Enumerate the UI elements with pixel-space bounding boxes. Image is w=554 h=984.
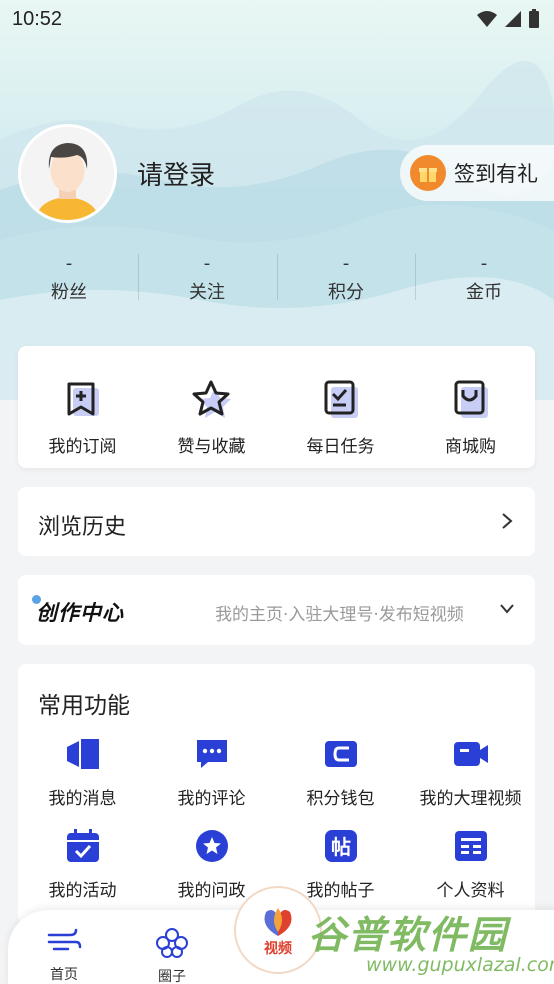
- tab-home[interactable]: 首页: [24, 926, 104, 984]
- profile-stats: - 粉丝 - 关注 - 积分 - 金币: [0, 254, 554, 314]
- status-time: 10:52: [12, 7, 63, 30]
- quick-label: 每日任务: [306, 437, 375, 457]
- fn-label: 我的大理视频: [419, 789, 522, 809]
- stat-label: 金币: [466, 282, 502, 303]
- creator-logo-text: 创作中心: [36, 601, 124, 625]
- fn-profile[interactable]: 个人资料: [406, 828, 535, 901]
- stat-label: 关注: [189, 282, 225, 303]
- stat-label: 积分: [328, 282, 364, 303]
- stat-points[interactable]: - 积分: [277, 254, 415, 304]
- history-title: 浏览历史: [38, 515, 127, 540]
- fn-label: 我的消息: [48, 789, 117, 809]
- chevron-right-icon: [502, 513, 513, 529]
- wind-icon: [47, 928, 82, 951]
- status-bar: 10:52: [0, 0, 554, 38]
- shop-icon: [406, 378, 535, 420]
- fn-posts[interactable]: 帖 我的帖子: [276, 828, 405, 901]
- history-row[interactable]: 浏览历史: [18, 487, 535, 556]
- flower-icon: [156, 928, 188, 958]
- quick-tasks[interactable]: 每日任务: [276, 378, 405, 457]
- checkin-label: 签到有礼: [454, 162, 538, 186]
- stat-value: -: [65, 253, 73, 274]
- quick-label: 商城购: [445, 437, 496, 457]
- video-icon: [406, 736, 535, 772]
- login-prompt[interactable]: 请登录: [137, 155, 215, 192]
- quick-label: 我的订阅: [48, 437, 117, 457]
- avatar[interactable]: [18, 124, 117, 223]
- tab-label: 圈子: [158, 969, 186, 984]
- stat-value: -: [203, 253, 211, 274]
- fn-label: 我的评论: [177, 789, 246, 809]
- fn-comments[interactable]: 我的评论: [147, 736, 276, 809]
- wallet-icon: [276, 736, 405, 772]
- svg-text:帖: 帖: [331, 835, 351, 859]
- fn-wallet[interactable]: 积分钱包: [276, 736, 405, 809]
- stat-fans[interactable]: - 粉丝: [0, 254, 138, 304]
- task-icon: [276, 378, 405, 420]
- tab-label: 首页: [50, 967, 78, 983]
- subscribe-icon: [18, 378, 147, 420]
- creator-description: 我的主页·入驻大理号·发布短视频: [215, 605, 464, 625]
- stat-value: -: [342, 253, 350, 274]
- functions-title: 常用功能: [38, 693, 130, 719]
- battery-icon: [529, 9, 539, 28]
- tab-video-label: 视频: [264, 941, 292, 957]
- calendar-icon: [18, 828, 147, 864]
- quick-subscribe[interactable]: 我的订阅: [18, 378, 147, 457]
- stat-following[interactable]: - 关注: [138, 254, 276, 304]
- logo-dot: [32, 595, 41, 604]
- creator-center-logo: 创作中心: [32, 595, 124, 627]
- badge-star-icon: [147, 828, 276, 864]
- quick-label: 赞与收藏: [177, 437, 246, 457]
- gift-icon: [410, 155, 446, 191]
- fn-inquiries[interactable]: 我的问政: [147, 828, 276, 901]
- fn-label: 积分钱包: [306, 789, 375, 809]
- profile-card-icon: [406, 828, 535, 864]
- post-icon: 帖: [276, 828, 405, 864]
- fn-label: 个人资料: [436, 881, 505, 901]
- message-icon: [18, 736, 147, 772]
- quick-likes[interactable]: 赞与收藏: [147, 378, 276, 457]
- video-logo-icon: [264, 908, 292, 936]
- star-icon: [147, 378, 276, 420]
- status-icons: [476, 9, 540, 29]
- fn-activities[interactable]: 我的活动: [18, 828, 147, 901]
- tab-circle[interactable]: 圈子: [132, 926, 212, 984]
- default-avatar-icon: [21, 127, 114, 220]
- signal-icon: [505, 11, 521, 27]
- fn-dali-video[interactable]: 我的大理视频: [406, 736, 535, 809]
- wifi-icon: [477, 11, 497, 27]
- fn-messages[interactable]: 我的消息: [18, 736, 147, 809]
- stat-label: 粉丝: [51, 282, 87, 303]
- tab-video[interactable]: 视频: [236, 888, 320, 972]
- quick-actions-card: 我的订阅 赞与收藏 每日任务 商城购: [18, 346, 535, 468]
- stat-coins[interactable]: - 金币: [415, 254, 553, 304]
- stat-value: -: [480, 253, 488, 274]
- quick-shop[interactable]: 商城购: [406, 378, 535, 457]
- fn-label: 我的活动: [48, 881, 117, 901]
- chevron-down-icon[interactable]: [499, 603, 515, 615]
- creator-center-row[interactable]: 创作中心 我的主页·入驻大理号·发布短视频: [18, 575, 535, 645]
- common-functions-card: 常用功能 我的消息 我的评论 积分钱包 我的大理视频 我的活动 我的问政 帖 我…: [18, 664, 535, 924]
- comment-icon: [147, 736, 276, 772]
- checkin-button[interactable]: 签到有礼: [400, 145, 554, 201]
